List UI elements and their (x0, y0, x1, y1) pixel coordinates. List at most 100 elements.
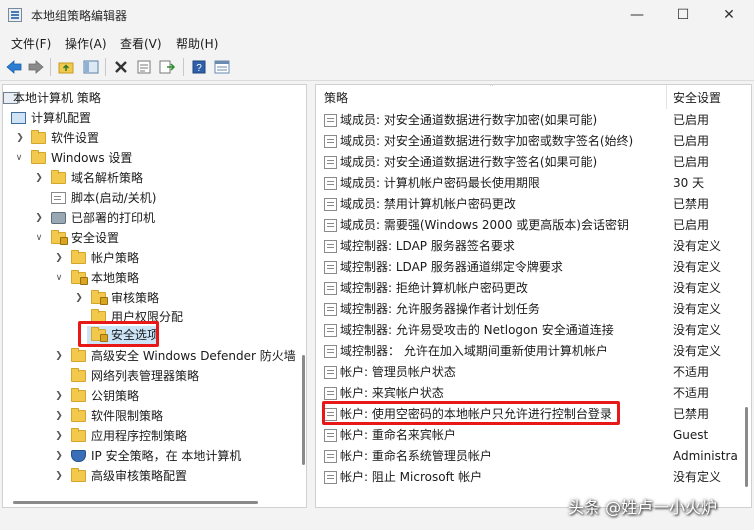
tree-item-deployed-printers[interactable]: ❯ 已部署的打印机 (3, 208, 293, 228)
tree-hscrollbar-thumb[interactable] (13, 501, 258, 504)
list-scrollbar-thumb[interactable] (745, 407, 748, 487)
policy-row[interactable]: 帐户: 重命名系统管理员帐户 Administra (316, 446, 742, 467)
tree-item-windows-settings[interactable]: ∨ Windows 设置 (3, 148, 293, 168)
toolbar-separator (183, 58, 184, 76)
column-divider[interactable] (666, 85, 667, 109)
policy-row[interactable]: 域控制器: LDAP 服务器通道绑定令牌要求 没有定义 (316, 257, 742, 278)
chevron-right-icon[interactable]: ❯ (54, 346, 64, 366)
tree-item-network-list-manager[interactable]: 网络列表管理器策略 (3, 366, 293, 386)
policy-row[interactable]: 域成员: 对安全通道数据进行数字签名(如果可能) 已启用 (316, 152, 742, 173)
menu-view[interactable]: 查看(V) (120, 35, 162, 52)
tree-item-windows-defender-firewall[interactable]: ❯ 高级安全 Windows Defender 防火墙 (3, 346, 299, 366)
policy-row[interactable]: 域成员: 对安全通道数据进行数字加密或数字签名(始终) 已启用 (316, 131, 742, 152)
policy-row[interactable]: 帐户: 阻止 Microsoft 帐户 没有定义 (316, 467, 742, 488)
policy-icon (324, 450, 337, 463)
group-policy-app-icon (8, 8, 22, 22)
menu-file[interactable]: 文件(F) (11, 35, 51, 52)
menu-action[interactable]: 操作(A) (65, 35, 107, 52)
policy-icon (324, 240, 337, 253)
properties-icon[interactable] (135, 58, 153, 76)
policy-row[interactable]: 域控制器： 允许在加入域期间重新使用计算机帐户 没有定义 (316, 341, 742, 362)
tree-item-audit-policy[interactable]: ❯ 审核策略 (3, 288, 293, 308)
folder-icon (71, 348, 86, 362)
tree-item-dns-policy[interactable]: ❯ 域名解析策略 (3, 168, 293, 188)
tree-item-computer-configuration[interactable]: 计算机配置 (3, 108, 293, 128)
chevron-right-icon[interactable]: ❯ (74, 288, 84, 308)
chevron-right-icon[interactable]: ❯ (54, 466, 64, 486)
policy-icon (324, 387, 337, 400)
chevron-down-icon[interactable]: ∨ (54, 268, 64, 288)
menu-help[interactable]: 帮助(H) (176, 35, 218, 52)
window-title: 本地组策略编辑器 (31, 9, 128, 23)
policy-row[interactable]: 域成员: 禁用计算机帐户密码更改 已禁用 (316, 194, 742, 215)
policy-row[interactable]: 域控制器: 允许易受攻击的 Netlogon 安全通道连接 没有定义 (316, 320, 742, 341)
policy-icon (324, 366, 337, 379)
close-button[interactable]: ✕ (706, 0, 752, 30)
policy-row[interactable]: 域成员: 需要强(Windows 2000 或更高版本)会话密钥 已启用 (316, 215, 742, 236)
chevron-right-icon[interactable]: ❯ (34, 168, 44, 188)
tree-item-scripts[interactable]: 脚本(启动/关机) (3, 188, 293, 208)
back-arrow-icon[interactable] (5, 58, 23, 76)
tree-item-security-settings[interactable]: ∨ 安全设置 (3, 228, 293, 248)
policy-row[interactable]: 帐户: 管理员帐户状态 不适用 (316, 362, 742, 383)
chevron-right-icon[interactable]: ❯ (54, 406, 64, 426)
list-vertical-scrollbar[interactable] (742, 107, 751, 507)
tree-pane[interactable]: 本地计算机 策略 计算机配置 ❯ 软件设置 ∨ Windows 设置 ❯ 域名解… (2, 84, 307, 508)
policy-icon (324, 303, 337, 316)
policy-row[interactable]: 域成员: 计算机帐户密码最长使用期限 30 天 (316, 173, 742, 194)
chevron-right-icon[interactable]: ❯ (34, 208, 44, 228)
export-list-icon[interactable] (158, 58, 176, 76)
chevron-right-icon[interactable]: ❯ (54, 386, 64, 406)
minimize-button[interactable]: — (614, 0, 660, 30)
chevron-down-icon[interactable]: ∨ (34, 228, 44, 248)
maximize-button[interactable]: ☐ (660, 0, 706, 30)
printer-icon (51, 212, 66, 224)
policy-icon (324, 324, 337, 337)
help-icon[interactable]: ? (190, 58, 208, 76)
watermark: 头条 @姓卢一小火炉 (568, 498, 718, 517)
chevron-right-icon[interactable]: ❯ (15, 128, 25, 148)
policy-row[interactable]: 域控制器: 允许服务器操作者计划任务 没有定义 (316, 299, 742, 320)
tree-item-ip-security-policies[interactable]: ❯ IP 安全策略，在 本地计算机 (3, 446, 293, 466)
policy-row[interactable]: 帐户: 重命名来宾帐户 Guest (316, 425, 742, 446)
security-options-highlight (78, 321, 159, 347)
tree-item-account-policies[interactable]: ❯ 帐户策略 (3, 248, 293, 268)
tree-item-software-settings[interactable]: ❯ 软件设置 (3, 128, 293, 148)
tree-item-local-policies[interactable]: ∨ 本地策略 (3, 268, 293, 288)
view-icon[interactable] (213, 58, 231, 76)
tree-horizontal-scrollbar[interactable] (3, 498, 298, 507)
tree-item-public-key-policies[interactable]: ❯ 公钥策略 (3, 386, 293, 406)
tree-vertical-scrollbar[interactable] (299, 85, 306, 507)
folder-icon (71, 250, 86, 264)
column-header-security-setting[interactable]: 安全设置 (673, 85, 721, 109)
chevron-right-icon[interactable]: ❯ (54, 446, 64, 466)
folder-icon (71, 468, 86, 482)
show-tree-icon[interactable] (82, 58, 100, 76)
toolbar-separator (105, 58, 106, 76)
folder-icon (31, 130, 46, 144)
up-folder-icon[interactable] (57, 58, 75, 76)
policy-row[interactable]: 域控制器: LDAP 服务器签名要求 没有定义 (316, 236, 742, 257)
policy-icon (324, 429, 337, 442)
menu-bar: 文件(F) 操作(A) 查看(V) 帮助(H) (0, 30, 754, 54)
tree-item-software-restriction[interactable]: ❯ 软件限制策略 (3, 406, 293, 426)
tree-item-application-control[interactable]: ❯ 应用程序控制策略 (3, 426, 293, 446)
chevron-right-icon[interactable]: ❯ (54, 248, 64, 268)
tree-scrollbar-thumb[interactable] (302, 355, 305, 465)
chevron-right-icon[interactable]: ❯ (54, 426, 64, 446)
policy-icon (324, 156, 337, 169)
policy-row[interactable]: 域控制器: 拒绝计算机帐户密码更改 没有定义 (316, 278, 742, 299)
security-folder-icon (51, 230, 68, 245)
policy-row[interactable]: 域成员: 对安全通道数据进行数字加密(如果可能) 已启用 (316, 110, 742, 131)
column-header-policy[interactable]: 策略 (324, 85, 348, 109)
policy-list-pane[interactable]: 策略 ˄ 安全设置 域成员: 对安全通道数据进行数字加密(如果可能) 已启用 域成… (315, 84, 752, 508)
tree-item-advanced-audit-policy[interactable]: ❯ 高级审核策略配置 (3, 466, 293, 486)
folder-icon (51, 170, 66, 184)
delete-icon[interactable] (112, 58, 130, 76)
chevron-down-icon[interactable]: ∨ (14, 148, 24, 168)
policy-icon (324, 282, 337, 295)
tree-item-local-computer-policy[interactable]: 本地计算机 策略 (3, 88, 293, 108)
policy-icon (324, 219, 337, 232)
folder-icon (71, 428, 86, 442)
forward-arrow-icon[interactable] (27, 58, 45, 76)
